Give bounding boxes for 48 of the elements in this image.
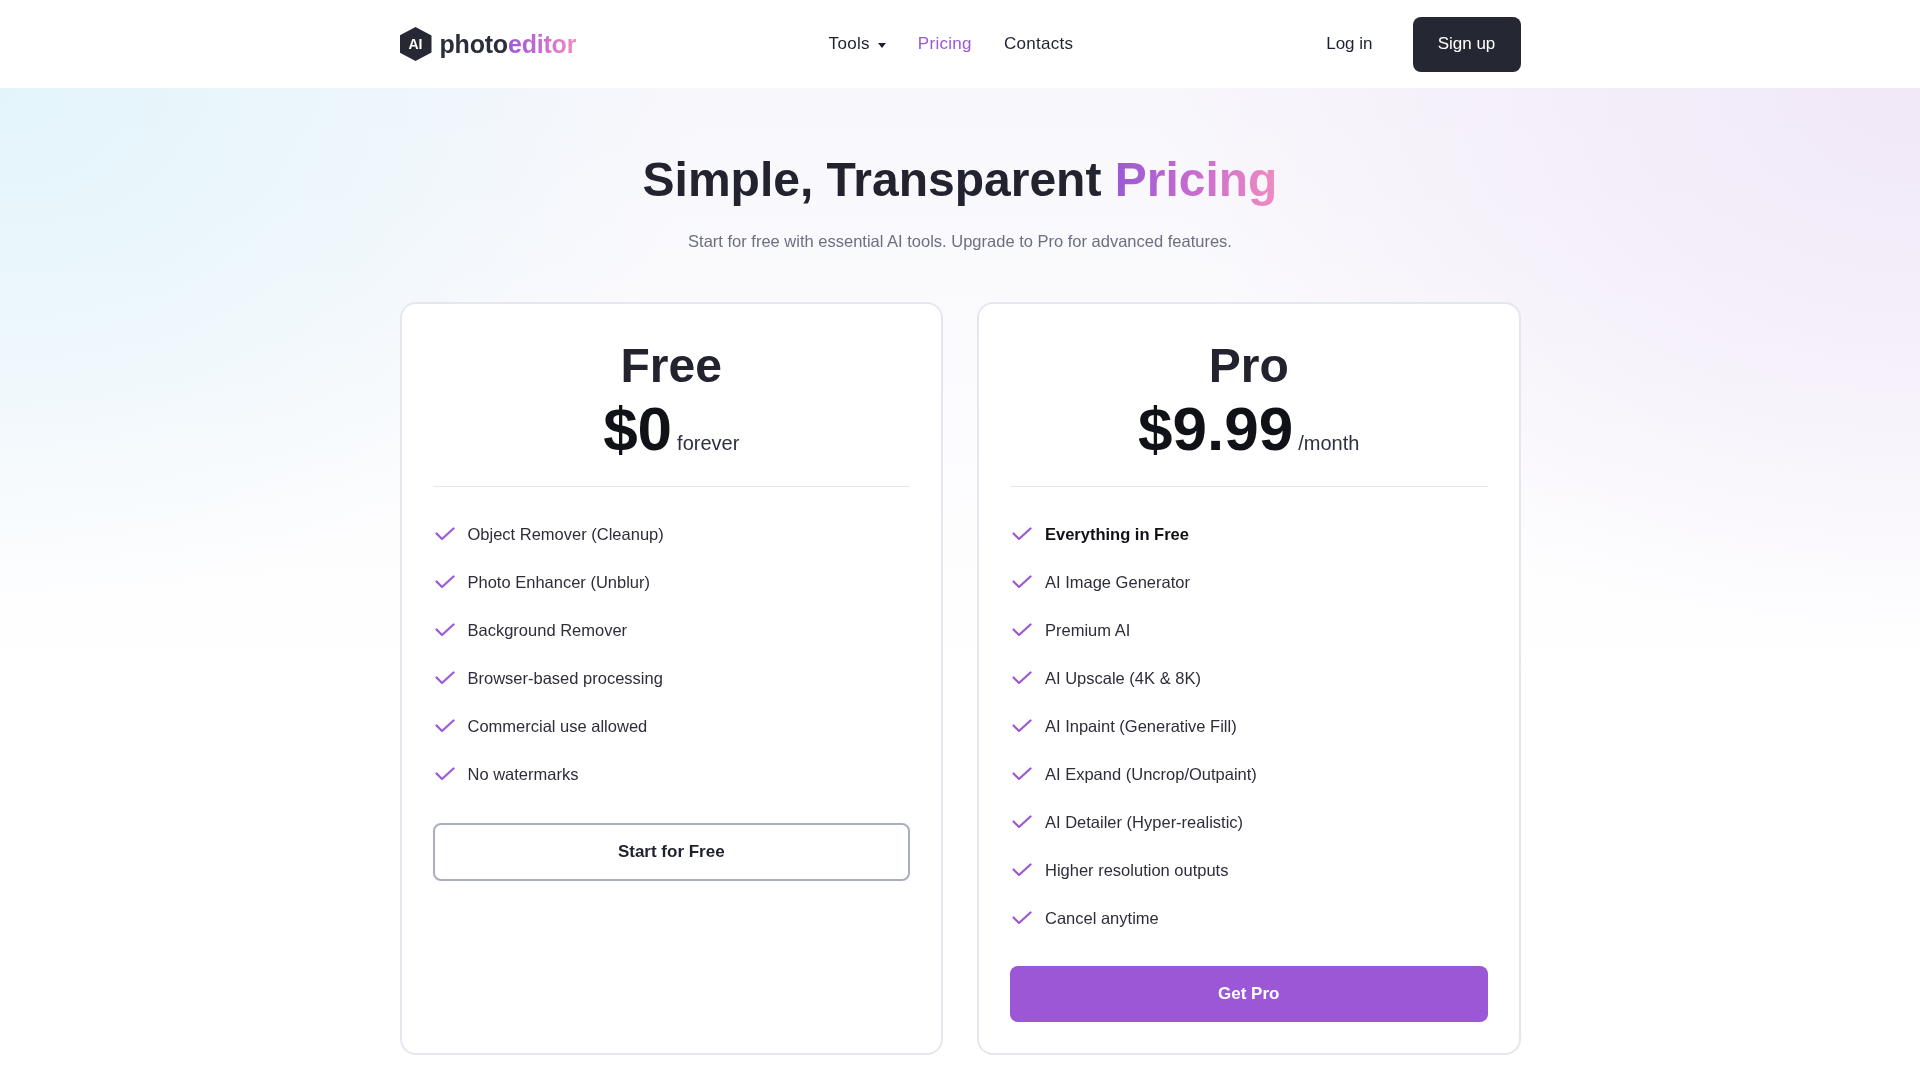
feature-text: Everything in Free [1045, 524, 1189, 544]
feature-text: Background Remover [467, 620, 628, 640]
page-title: Simple, Transparent Pricing [641, 152, 1279, 208]
check-icon [434, 767, 455, 781]
price-period: forever [677, 432, 740, 455]
feature-text: Object Remover (Cleanup) [467, 524, 664, 544]
feature-text: AI Inpaint (Generative Fill) [1045, 716, 1237, 736]
feature-text: Commercial use allowed [467, 716, 648, 736]
check-icon [1012, 527, 1032, 541]
feature-text: Photo Enhancer (Unblur) [467, 572, 650, 592]
login-link[interactable]: Log in [1326, 34, 1373, 54]
check-icon [434, 623, 455, 637]
feature-text: AI Upscale (4K & 8K) [1045, 668, 1201, 688]
check-icon [434, 575, 455, 589]
signup-button[interactable]: Sign up [1412, 16, 1521, 72]
feature-text: No watermarks [467, 764, 579, 784]
check-icon [1012, 911, 1032, 925]
feature-text: Cancel anytime [1045, 908, 1159, 928]
nav-link[interactable]: Pricing [917, 34, 972, 54]
check-icon [434, 527, 455, 541]
logo-mark[interactable]: AI [399, 27, 432, 61]
nav-dropdown[interactable]: Tools [828, 34, 886, 54]
outline-button[interactable]: Start for Free [432, 823, 910, 881]
check-icon [1012, 815, 1032, 829]
check-icon [1012, 623, 1032, 637]
check-icon [1012, 863, 1032, 877]
check-icon [1012, 719, 1032, 733]
feature-text: Higher resolution outputs [1045, 860, 1229, 880]
caret-icon [877, 42, 886, 48]
page-subtitle: Start for free with essential AI tools. Upgrade to Pro for advanced features. [687, 231, 1233, 252]
feature-text: AI Image Generator [1045, 572, 1190, 592]
plan-name: Pro [1208, 338, 1289, 394]
feature-text: AI Detailer (Hyper-realistic) [1045, 812, 1244, 832]
check-icon [1012, 767, 1032, 781]
plan-price: $0 [603, 395, 673, 463]
price-period: /month [1298, 432, 1360, 455]
check-icon [1012, 671, 1032, 685]
primary-button[interactable]: Get Pro [1010, 966, 1488, 1022]
plan-name: Free [620, 338, 722, 394]
feature-text: Browser-based processing [467, 668, 663, 688]
check-icon [434, 671, 455, 685]
feature-text: Premium AI [1045, 620, 1131, 640]
logo-wordmark[interactable]: photoeditor [439, 29, 577, 59]
plan-price: $9.99 [1138, 395, 1294, 463]
feature-text: AI Expand (Uncrop/Outpaint) [1045, 764, 1257, 784]
check-icon [434, 719, 455, 733]
nav-link[interactable]: Contacts [1003, 34, 1074, 54]
check-icon [1012, 575, 1032, 589]
